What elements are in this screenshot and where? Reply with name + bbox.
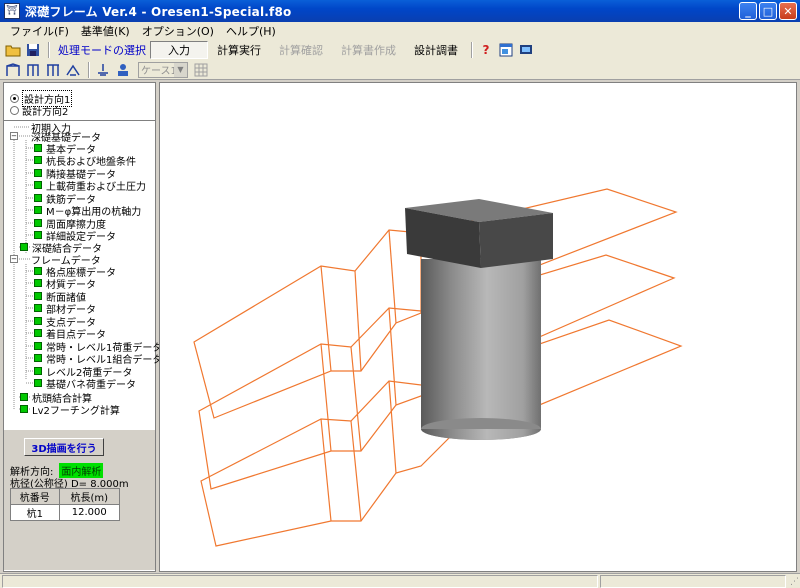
status-complete-icon [34, 354, 42, 362]
design-report-button[interactable]: 設計調書 [405, 41, 467, 59]
minimize-button[interactable]: _ [739, 2, 757, 20]
info-panel: 3D描画を行う 解析方向: 面内解析 杭径(公称径) D= 8.000m 杭番号… [4, 430, 155, 570]
tree-item-label: Lv2フーチング計算 [32, 405, 120, 417]
window-title: 深礎フレーム Ver.4 - Oresen1-Special.f8o [25, 4, 292, 19]
table-row[interactable]: 杭1 12.000 [10, 504, 121, 521]
status-complete-icon [34, 194, 42, 202]
menu-bar: ファイル(F) 基準値(K) オプション(O) ヘルプ(H) [0, 22, 800, 40]
tree-item-l1-combination[interactable]: 常時・レベル1組合データ [34, 352, 162, 366]
pile-table-header: 杭番号 [10, 488, 60, 505]
grid-icon[interactable] [192, 61, 210, 79]
tree-item-pile-length[interactable]: 杭長および地盤条件 [34, 154, 136, 168]
status-complete-icon [34, 304, 42, 312]
status-panel-secondary [600, 575, 786, 588]
tree-item-spring-load[interactable]: 基礎バネ荷重データ [34, 377, 136, 391]
status-complete-icon [34, 379, 42, 387]
status-bar: ⋰ [0, 573, 800, 588]
title-bar: ⛩ 深礎フレーム Ver.4 - Oresen1-Special.f8o _ □… [0, 0, 800, 22]
tree-item-surcharge[interactable]: 上載荷重および土圧力 [34, 179, 146, 193]
case-select[interactable]: ケース1 ▼ [138, 61, 188, 78]
menu-file[interactable]: ファイル(F) [4, 23, 75, 39]
tree-item-member[interactable]: 部材データ [34, 302, 96, 316]
3d-model-view [193, 188, 683, 547]
chevron-down-icon[interactable]: ▼ [174, 62, 187, 77]
status-complete-icon [34, 292, 42, 300]
status-complete-icon [34, 206, 42, 214]
radio-icon[interactable] [10, 93, 19, 103]
status-complete-icon [34, 342, 42, 350]
multi-pile-icon[interactable] [44, 61, 62, 79]
calc-check-button[interactable]: 計算確認 [270, 41, 332, 59]
status-complete-icon [20, 405, 28, 413]
status-complete-icon [34, 181, 42, 189]
tree-item-lv2-footing[interactable]: Lv2フーチング計算 [20, 403, 120, 417]
app-icon: ⛩ [4, 3, 20, 19]
status-complete-icon [34, 231, 42, 239]
open-folder-icon[interactable] [4, 41, 22, 59]
status-complete-icon [34, 317, 42, 325]
mode-select-label: 処理モードの選択 [58, 44, 146, 57]
status-complete-icon [20, 393, 28, 401]
support-icon[interactable] [94, 61, 112, 79]
left-panel: 設計方向1 設計方向2 初期入力 − 深礎基礎データ 基本データ 杭長および地盤… [3, 82, 162, 572]
pile-table: 杭番号 杭長(m) 杭1 12.000 [10, 488, 121, 521]
calc-run-button[interactable]: 計算実行 [208, 41, 270, 59]
status-complete-icon [34, 279, 42, 287]
direction2-label: 設計方向2 [22, 106, 69, 118]
report-create-button[interactable]: 計算書作成 [332, 41, 405, 59]
tree-item-focus-point[interactable]: 着目点データ [34, 327, 106, 341]
status-complete-icon [34, 169, 42, 177]
3d-viewport[interactable] [159, 82, 797, 572]
menu-standard-values[interactable]: 基準値(K) [75, 23, 136, 39]
menu-help[interactable]: ヘルプ(H) [220, 23, 282, 39]
maximize-button[interactable]: □ [759, 2, 777, 20]
status-complete-icon [20, 243, 28, 251]
resize-grip-icon[interactable]: ⋰ [790, 577, 799, 587]
load-icon[interactable] [64, 61, 82, 79]
status-complete-icon [34, 144, 42, 152]
person-icon[interactable] [114, 61, 132, 79]
main-toolbar: 処理モードの選択 入力 計算実行 計算確認 計算書作成 設計調書 ? [0, 40, 800, 60]
data-tree: 初期入力 − 深礎基礎データ 基本データ 杭長および地盤条件 隣接基礎データ 上… [4, 120, 162, 420]
status-panel-main [2, 575, 598, 588]
tree-item-material[interactable]: 材質データ [34, 277, 96, 291]
status-complete-icon [34, 219, 42, 227]
menu-options[interactable]: オプション(O) [136, 23, 220, 39]
pile-table-header: 杭長(m) [58, 488, 121, 505]
direction2-option[interactable]: 設計方向2 [4, 104, 155, 118]
collapse-icon[interactable]: − [10, 255, 18, 263]
case-select-value: ケース1 [141, 66, 177, 77]
pile-frame-icon[interactable] [24, 61, 42, 79]
pile-length-cell[interactable]: 12.000 [58, 504, 121, 521]
status-complete-icon [34, 267, 42, 275]
collapse-icon[interactable]: − [10, 132, 18, 140]
input-mode-button[interactable]: 入力 [150, 41, 208, 59]
toolbar-separator [471, 42, 473, 58]
save-icon[interactable] [24, 41, 42, 59]
frame-toolbar: ケース1 ▼ [0, 60, 800, 80]
display-icon[interactable] [517, 41, 535, 59]
tree-item-axial-force[interactable]: M－φ算出用の杭軸力 [34, 204, 141, 218]
pile-cap [405, 199, 553, 268]
pile-number-cell[interactable]: 杭1 [10, 504, 60, 521]
pile-cylinder [421, 259, 541, 440]
radio-icon[interactable] [10, 105, 19, 115]
window-icon[interactable] [497, 41, 515, 59]
tree-item-label: 基礎バネ荷重データ [46, 379, 136, 391]
status-complete-icon [34, 367, 42, 375]
draw-3d-button[interactable]: 3D描画を行う [24, 438, 104, 456]
close-button[interactable]: ✕ [779, 2, 797, 20]
help-icon[interactable]: ? [477, 41, 495, 59]
status-complete-icon [34, 156, 42, 164]
toolbar-separator [88, 61, 90, 78]
frame-icon[interactable] [4, 61, 22, 79]
status-complete-icon [34, 329, 42, 337]
toolbar-separator [48, 42, 50, 58]
